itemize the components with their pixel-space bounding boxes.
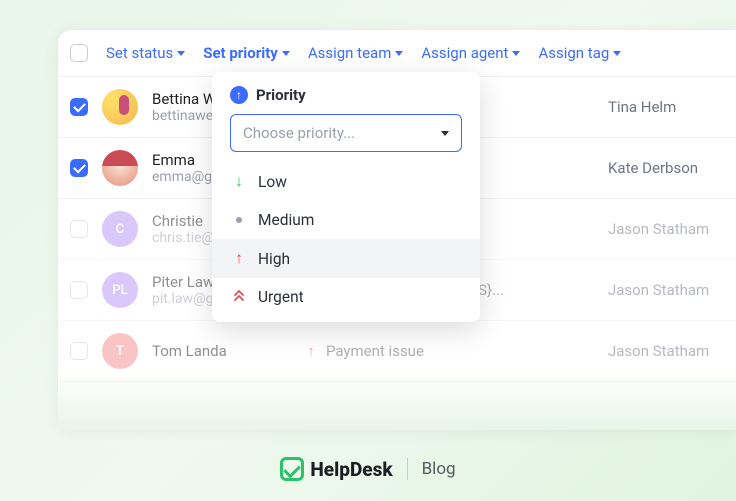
avatar: T xyxy=(102,333,138,369)
toolbar-label: Set status xyxy=(106,44,173,62)
assignee-name: Tina Helm xyxy=(608,98,718,116)
assignee-name: Jason Statham xyxy=(608,281,718,299)
popover-title: Priority xyxy=(256,86,306,104)
assignee-name: Kate Derbson xyxy=(608,159,718,177)
priority-select[interactable]: Choose priority... xyxy=(230,114,462,152)
assignee-name: Jason Statham xyxy=(608,220,718,238)
avatar xyxy=(102,150,138,186)
brand-name: HelpDesk xyxy=(310,458,392,481)
priority-up-icon: ↑ xyxy=(304,342,318,360)
priority-option-medium[interactable]: Medium xyxy=(212,201,480,239)
divider xyxy=(407,458,408,480)
chevron-down-icon xyxy=(282,51,290,56)
check-square-icon xyxy=(280,457,304,481)
helpdesk-logo: HelpDesk xyxy=(280,457,392,481)
assign-team-menu[interactable]: Assign team xyxy=(308,44,404,62)
option-label: Low xyxy=(258,173,287,191)
set-priority-menu[interactable]: Set priority xyxy=(203,44,290,62)
toolbar-label: Set priority xyxy=(203,44,278,62)
toolbar-label: Assign team xyxy=(308,44,392,62)
ticket-row[interactable]: T Tom Landa ↑ Payment issue Jason Statham xyxy=(58,321,736,382)
arrow-up-icon: ↑ xyxy=(232,249,246,268)
bulk-action-toolbar: Set status Set priority Assign team Assi… xyxy=(58,30,736,77)
ticket-subject: ↑ Payment issue xyxy=(304,342,594,360)
chevron-down-icon xyxy=(177,51,185,56)
set-status-menu[interactable]: Set status xyxy=(106,44,185,62)
toolbar-label: Assign tag xyxy=(538,44,609,62)
toolbar-label: Assign agent xyxy=(421,44,508,62)
requester-meta: Tom Landa xyxy=(152,342,290,360)
chevron-down-icon xyxy=(395,51,403,56)
subject-text: Payment issue xyxy=(326,342,424,360)
assign-tag-menu[interactable]: Assign tag xyxy=(538,44,621,62)
select-all-checkbox[interactable] xyxy=(70,44,88,62)
priority-option-low[interactable]: ↓ Low xyxy=(212,162,480,201)
option-label: High xyxy=(258,250,290,268)
row-checkbox[interactable] xyxy=(70,159,88,177)
arrow-down-icon: ↓ xyxy=(232,172,246,191)
popover-header: ↑ Priority xyxy=(212,86,480,114)
double-arrow-up-icon xyxy=(232,290,246,304)
avatar: PL xyxy=(102,272,138,308)
assignee-name: Jason Statham xyxy=(608,342,718,360)
row-checkbox[interactable] xyxy=(70,281,88,299)
chevron-down-icon xyxy=(512,51,520,56)
brand-sub: Blog xyxy=(422,459,456,479)
priority-options: ↓ Low Medium ↑ High Urgent xyxy=(212,162,480,316)
arrow-up-circle-icon: ↑ xyxy=(230,86,248,104)
priority-option-high[interactable]: ↑ High xyxy=(212,239,480,278)
row-checkbox[interactable] xyxy=(70,98,88,116)
assign-agent-menu[interactable]: Assign agent xyxy=(421,44,520,62)
chevron-down-icon xyxy=(613,51,621,56)
dot-icon xyxy=(232,217,246,223)
requester-name: Tom Landa xyxy=(152,342,290,360)
option-label: Medium xyxy=(258,211,314,229)
chevron-down-icon xyxy=(441,131,449,136)
row-checkbox[interactable] xyxy=(70,220,88,238)
option-label: Urgent xyxy=(258,288,304,306)
footer-brand: HelpDesk Blog xyxy=(0,457,736,481)
priority-option-urgent[interactable]: Urgent xyxy=(212,278,480,316)
priority-popover: ↑ Priority Choose priority... ↓ Low Medium… xyxy=(212,72,480,322)
avatar xyxy=(102,89,138,125)
row-checkbox[interactable] xyxy=(70,342,88,360)
avatar: C xyxy=(102,211,138,247)
select-placeholder: Choose priority... xyxy=(243,124,355,142)
